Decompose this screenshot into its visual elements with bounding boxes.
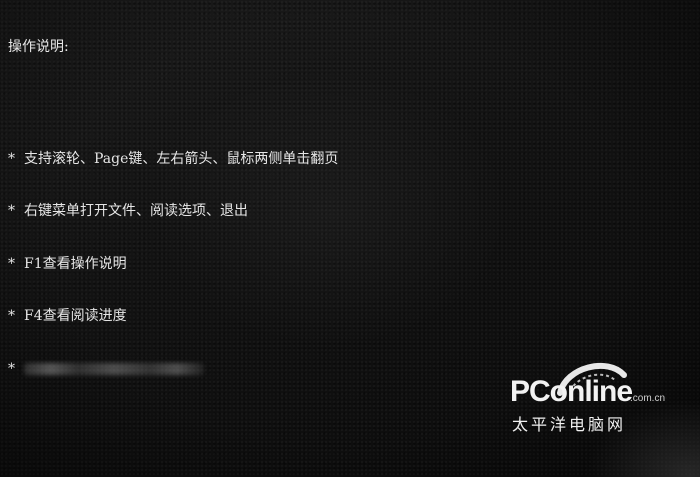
- bullet-star: *: [8, 203, 15, 219]
- help-line-4: * F4查看阅读进度: [8, 308, 448, 326]
- redacted-text-blur: [24, 362, 204, 375]
- help-panel: 操作说明: * 支持滚轮、Page键、左右箭头、鼠标两侧单击翻页 * 右键菜单打开文…: [8, 4, 448, 396]
- watermark-domain: .com.cn: [630, 393, 666, 404]
- help-line-1: * 支持滚轮、Page键、左右箭头、鼠标两侧单击翻页: [8, 151, 448, 169]
- bullet-star: *: [8, 150, 15, 167]
- help-line-text: F1查看操作说明: [24, 255, 127, 272]
- help-line-5-redacted: *: [8, 361, 448, 379]
- help-line-text: 支持滚轮、Page键、左右箭头、鼠标两侧单击翻页: [24, 150, 339, 167]
- help-line-text: F4查看阅读进度: [24, 308, 127, 324]
- bullet-star: *: [8, 308, 15, 324]
- help-line-3: * F1查看操作说明: [8, 256, 448, 274]
- pconline-logo: PConline .com.cn: [506, 369, 686, 409]
- watermark-brand: PConline: [510, 375, 633, 408]
- bullet-star: *: [8, 255, 15, 272]
- bullet-star: *: [8, 360, 15, 377]
- help-line-2: * 右键菜单打开文件、阅读选项、退出: [8, 203, 448, 221]
- help-spacer: [8, 92, 448, 116]
- watermark-chinese: 太平洋电脑网: [512, 415, 627, 434]
- help-line-text: 右键菜单打开文件、阅读选项、退出: [24, 203, 248, 219]
- pconline-watermark: PConline .com.cn 太平洋电脑网: [506, 363, 686, 445]
- help-title: 操作说明:: [8, 39, 69, 55]
